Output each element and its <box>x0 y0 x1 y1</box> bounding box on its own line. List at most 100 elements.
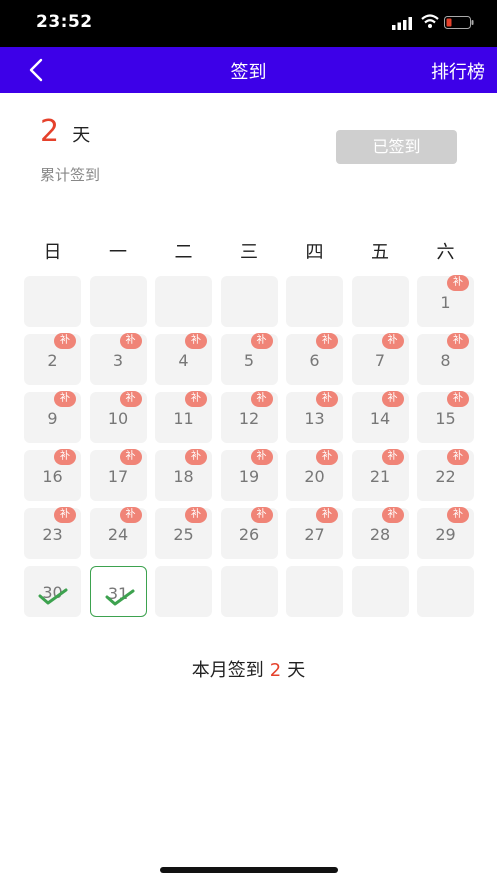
calendar-empty-cell <box>286 276 343 327</box>
day-number: 10 <box>107 409 129 428</box>
makeup-badge[interactable]: 补 <box>54 333 76 349</box>
day-number: 23 <box>42 525 63 544</box>
total-count-unit: 天 <box>72 125 91 146</box>
calendar-day[interactable]: 12 补 <box>220 391 278 443</box>
calendar-day[interactable]: 23 补 <box>24 507 81 559</box>
total-count-label: 累计签到 <box>40 166 101 184</box>
calendar-day[interactable]: 21 补 <box>351 449 409 501</box>
month-total-unit: 天 <box>287 660 306 681</box>
calendar-day[interactable]: 22 补 <box>417 449 474 501</box>
calendar-day[interactable]: 15 补 <box>417 391 474 443</box>
page-title: 签到 <box>230 62 267 83</box>
makeup-badge[interactable]: 补 <box>185 507 207 523</box>
makeup-badge[interactable]: 补 <box>54 449 76 465</box>
day-number: 11 <box>173 409 194 428</box>
calendar-day[interactable]: 16 补 <box>24 449 81 501</box>
calendar-empty-cell <box>351 276 409 327</box>
status-bar: 23:52 <box>0 0 497 47</box>
calendar-day[interactable]: 25 补 <box>155 507 212 559</box>
day-number: 14 <box>369 409 391 428</box>
day-number: 1 <box>440 293 451 312</box>
day-number: 13 <box>304 409 325 428</box>
calendar-day[interactable]: 4补 <box>155 333 212 385</box>
calendar-day[interactable]: 29 补 <box>417 507 474 559</box>
makeup-badge[interactable]: 补 <box>447 275 469 291</box>
makeup-badge[interactable]: 补 <box>447 391 469 407</box>
makeup-badge[interactable]: 补 <box>447 449 469 465</box>
makeup-badge[interactable]: 补 <box>119 391 142 407</box>
calendar-empty-cell <box>220 276 278 327</box>
makeup-badge[interactable]: 补 <box>316 449 338 465</box>
calendar-day[interactable]: 1补 <box>417 275 474 327</box>
makeup-badge[interactable]: 补 <box>250 391 273 407</box>
day-number: 6 <box>309 351 320 370</box>
makeup-badge[interactable]: 补 <box>250 507 273 523</box>
month-total: 本月签到 2 天 <box>0 656 497 682</box>
day-number: 15 <box>435 409 456 428</box>
makeup-badge[interactable]: 补 <box>119 449 142 465</box>
calendar-day[interactable]: 10 补 <box>89 391 147 443</box>
makeup-badge[interactable]: 补 <box>381 333 404 349</box>
calendar-day[interactable]: 28 补 <box>351 507 409 559</box>
calendar-day[interactable]: 13 补 <box>286 391 343 443</box>
day-number: 7 <box>374 351 386 370</box>
day-number: 3 <box>112 351 124 370</box>
makeup-badge[interactable]: 补 <box>185 333 207 349</box>
makeup-badge[interactable]: 补 <box>119 333 142 349</box>
makeup-badge[interactable]: 补 <box>185 449 207 465</box>
day-number: 24 <box>107 525 129 544</box>
calendar-day[interactable]: 8补 <box>417 333 474 385</box>
calendar-day[interactable]: 9补 <box>24 391 81 443</box>
makeup-badge[interactable]: 补 <box>381 391 404 407</box>
calendar-day[interactable]: 3补 <box>89 333 147 385</box>
check-icon <box>105 589 134 606</box>
calendar-day[interactable]: 11 补 <box>155 391 212 443</box>
signed-in-button[interactable]: 已签到 <box>336 130 457 164</box>
makeup-badge[interactable]: 补 <box>316 507 338 523</box>
day-number: 2 <box>47 351 58 370</box>
makeup-badge[interactable]: 补 <box>316 391 338 407</box>
calendar-day[interactable]: 27 补 <box>286 507 343 559</box>
check-icon <box>38 588 68 605</box>
makeup-badge[interactable]: 补 <box>250 449 273 465</box>
leaderboard-button[interactable]: 排行榜 <box>431 58 485 84</box>
makeup-badge[interactable]: 补 <box>316 333 338 349</box>
calendar-day[interactable]: 24 补 <box>89 507 147 559</box>
makeup-badge[interactable]: 补 <box>54 507 76 523</box>
calendar-day[interactable]: 7补 <box>351 333 409 385</box>
makeup-badge[interactable]: 补 <box>447 507 469 523</box>
makeup-badge[interactable]: 补 <box>381 507 404 523</box>
day-number: 20 <box>304 467 325 486</box>
day-number: 19 <box>238 467 260 486</box>
day-number: 8 <box>440 351 451 370</box>
wifi-icon <box>421 14 439 28</box>
makeup-badge[interactable]: 补 <box>381 449 404 465</box>
day-number: 4 <box>178 351 189 370</box>
month-total-count: 2 <box>269 660 282 681</box>
calendar-day[interactable]: 17 补 <box>89 449 147 501</box>
calendar-day[interactable]: 31 <box>89 566 147 617</box>
makeup-badge[interactable]: 补 <box>119 507 142 523</box>
makeup-badge[interactable]: 补 <box>250 333 273 349</box>
calendar-empty-cell <box>24 276 81 327</box>
makeup-badge[interactable]: 补 <box>447 333 469 349</box>
calendar-day[interactable]: 19 补 <box>220 449 278 501</box>
calendar-day[interactable]: 26 补 <box>220 507 278 559</box>
calendar-day[interactable]: 18 补 <box>155 449 212 501</box>
calendar-day[interactable]: 6补 <box>286 333 343 385</box>
calendar-day[interactable]: 20 补 <box>286 449 343 501</box>
day-number: 22 <box>435 467 456 486</box>
calendar-day[interactable]: 2补 <box>24 333 81 385</box>
calendar-day[interactable]: 30 <box>24 566 81 617</box>
calendar-day[interactable]: 5补 <box>220 333 278 385</box>
day-number: 18 <box>173 467 194 486</box>
day-number: 27 <box>304 525 325 544</box>
day-number: 28 <box>369 525 391 544</box>
calendar-empty-cell <box>417 566 474 617</box>
weekday-label: 三 <box>240 242 258 263</box>
makeup-badge[interactable]: 补 <box>54 391 76 407</box>
calendar-day[interactable]: 14 补 <box>351 391 409 443</box>
makeup-badge[interactable]: 补 <box>185 391 207 407</box>
home-indicator <box>160 867 338 873</box>
weekday-label: 四 <box>305 242 324 263</box>
